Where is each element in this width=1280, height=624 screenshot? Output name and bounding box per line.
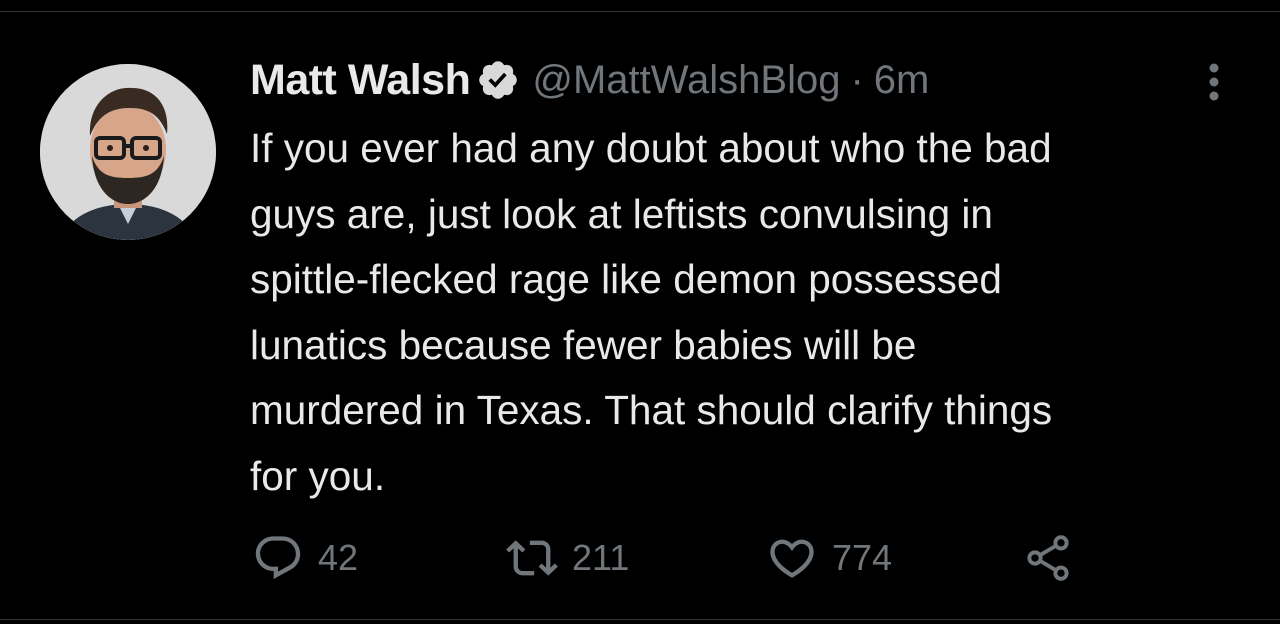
retweet-count: 211: [572, 537, 630, 578]
retweet-button[interactable]: 211: [506, 530, 629, 586]
tweet-timestamp[interactable]: 6m: [874, 58, 930, 103]
more-options-button[interactable]: [1196, 58, 1232, 106]
author-name[interactable]: Matt Walsh: [250, 56, 471, 105]
separator-dot: ·: [850, 57, 864, 102]
share-icon: [1027, 535, 1069, 581]
avatar[interactable]: [40, 64, 216, 240]
more-vertical-icon: [1209, 63, 1219, 101]
reply-count: 42: [318, 537, 359, 578]
tweet-actions: 42 211 774: [252, 530, 1082, 586]
avatar-photo: [40, 64, 216, 240]
verified-badge-icon: [476, 58, 520, 102]
share-button[interactable]: [1022, 530, 1074, 586]
like-count: 774: [832, 537, 893, 578]
tweet-text: If you ever had any doubt about who the …: [250, 125, 1053, 499]
bottom-divider: [0, 619, 1280, 624]
tweet-header: Matt Walsh @MattWalshBlog · 6m: [250, 54, 929, 106]
retweet-icon: [506, 540, 558, 576]
like-button[interactable]: 774: [766, 530, 892, 586]
reply-button[interactable]: 42: [252, 530, 358, 586]
heart-icon: [770, 539, 814, 578]
reply-icon: [255, 536, 301, 580]
top-divider: [0, 0, 1280, 12]
tweet[interactable]: Matt Walsh @MattWalshBlog · 6m If you ev…: [0, 12, 1280, 618]
author-handle[interactable]: @MattWalshBlog: [532, 58, 840, 103]
